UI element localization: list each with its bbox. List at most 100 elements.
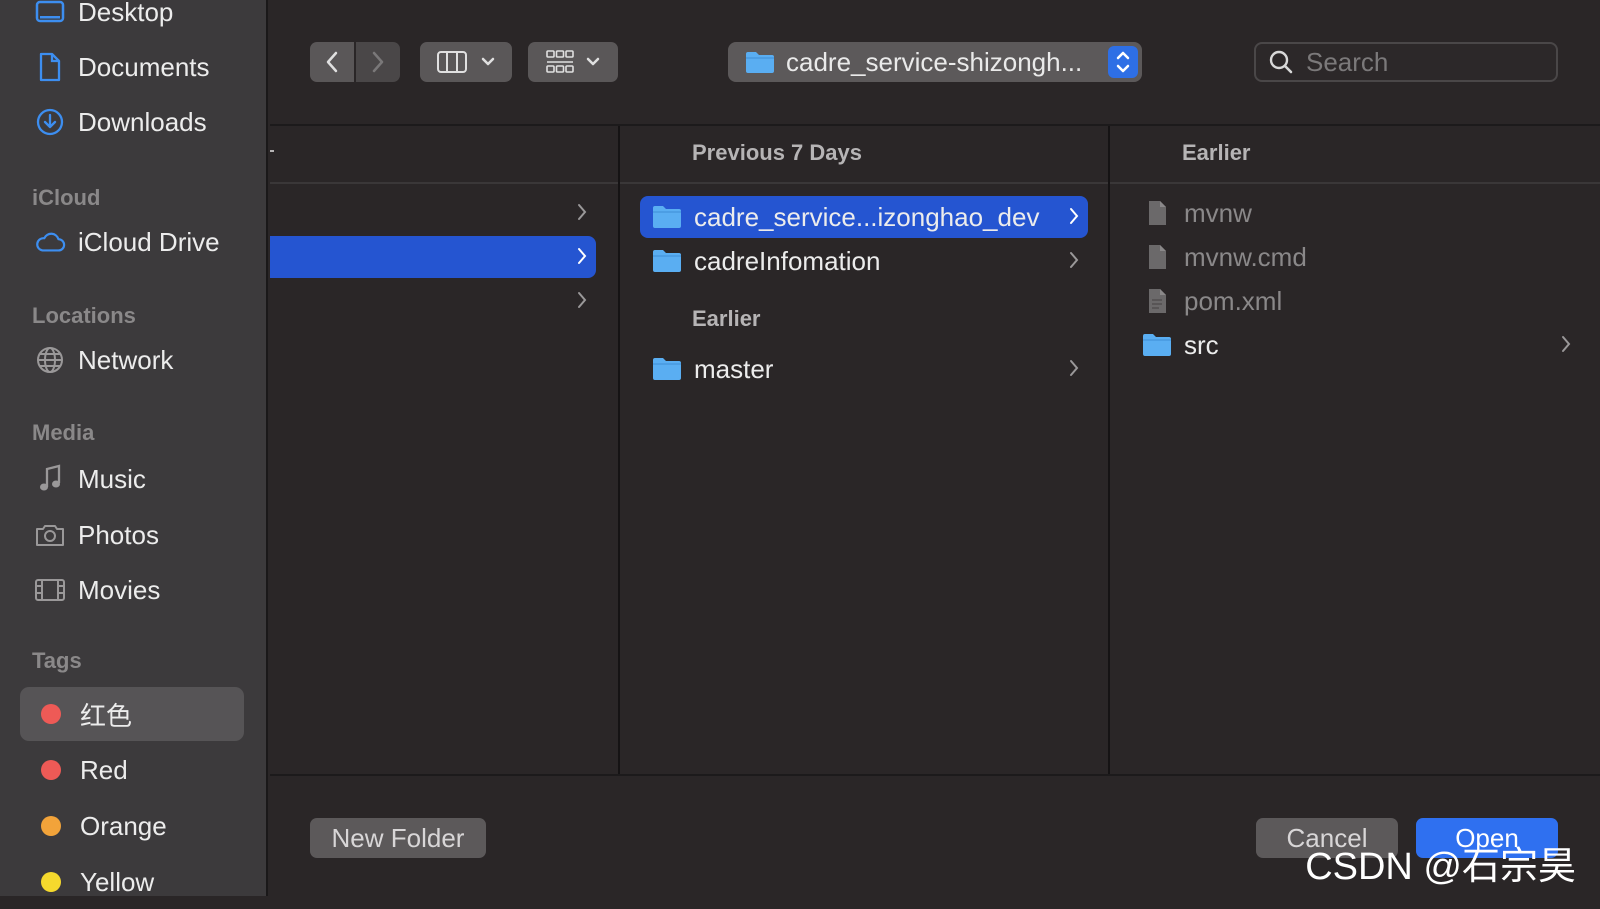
music-note-icon [34, 463, 66, 495]
section-header-icloud: iCloud [32, 185, 101, 210]
tag-color-dot [41, 872, 61, 892]
grid-group-icon [546, 50, 574, 73]
tag-item-orange[interactable]: Orange [20, 799, 244, 853]
path-label: cadre_service-shizongh... [786, 46, 1083, 77]
column-header: Earlier [1110, 126, 1600, 184]
list-item[interactable] [270, 192, 596, 234]
tag-item-hongse[interactable]: 红色 [20, 687, 244, 741]
back-button[interactable] [310, 42, 354, 82]
chevron-right-icon [1070, 208, 1079, 224]
sidebar-item-label: Documents [78, 51, 210, 82]
chevron-down-icon [481, 57, 495, 66]
folder-icon [746, 52, 774, 73]
sidebar-item-label: Desktop [78, 0, 174, 27]
item-label: master [694, 353, 774, 384]
xml-document-icon [1149, 289, 1166, 313]
view-mode-button[interactable] [420, 42, 512, 82]
column-browser: Previous 7 Days cadre_service...izonghao… [270, 124, 1600, 776]
sidebar-item-label: iCloud Drive [78, 226, 220, 257]
section-header-tags: Tags [32, 648, 82, 673]
sidebar: Desktop Documents Downloads iCloud iClou… [0, 0, 268, 897]
tag-label: Red [80, 754, 128, 785]
group-button[interactable] [528, 42, 618, 82]
forward-button[interactable] [356, 42, 400, 82]
chevron-right-icon [578, 248, 587, 264]
globe-icon [34, 344, 66, 376]
cloud-icon [34, 226, 66, 258]
sidebar-item-label: Photos [78, 519, 159, 550]
path-stepper[interactable] [1108, 46, 1138, 78]
column-2: Previous 7 Days cadre_service...izonghao… [620, 126, 1110, 776]
sidebar-item-documents[interactable]: Documents [20, 44, 244, 90]
item-label: mvnw [1184, 197, 1252, 228]
bottom-bar: New Folder Cancel Open CSDN @石宗昊 [270, 774, 1600, 896]
camera-icon [34, 519, 66, 551]
document-icon [1149, 245, 1166, 269]
tag-label: Orange [80, 810, 167, 841]
download-icon [34, 106, 66, 138]
csdn-watermark: CSDN @石宗昊 [1305, 846, 1576, 888]
column-3: Earlier mvnw mvnw.cmd pom.xml src [1110, 126, 1600, 776]
tag-label: Yellow [80, 866, 155, 897]
up-down-chevron-icon [1116, 51, 1130, 73]
chevron-left-icon [326, 51, 338, 73]
truncated-header-mark [270, 150, 274, 152]
chevron-right-icon [578, 204, 587, 220]
chevron-right-icon [372, 51, 384, 73]
desktop-icon [34, 0, 66, 28]
group-header: Earlier [692, 306, 761, 331]
sidebar-item-music[interactable]: Music [20, 456, 244, 502]
section-header-media: Media [32, 420, 95, 445]
sidebar-item-label: Network [78, 344, 174, 375]
column-header: Previous 7 Days [620, 126, 1108, 184]
list-item-selected[interactable]: cadre_service...izonghao_dev [640, 196, 1088, 238]
column-view-icon [437, 51, 467, 73]
sidebar-item-movies[interactable]: Movies [20, 567, 244, 613]
document-icon [34, 51, 66, 83]
chevron-right-icon [578, 292, 587, 308]
item-label: cadreInfomation [694, 245, 881, 276]
item-label: pom.xml [1184, 285, 1283, 316]
tag-color-dot [41, 816, 61, 836]
item-label: cadre_service...izonghao_dev [694, 201, 1040, 232]
item-label: src [1184, 329, 1219, 360]
column-1 [270, 126, 620, 776]
list-item-file: pom.xml [1130, 280, 1580, 322]
search-field[interactable] [1254, 42, 1558, 82]
chevron-right-icon [1562, 336, 1571, 352]
document-icon [1149, 201, 1166, 225]
sidebar-item-label: Movies [78, 574, 161, 605]
tag-color-dot [41, 760, 61, 780]
sidebar-item-downloads[interactable]: Downloads [20, 99, 244, 145]
path-popup[interactable]: cadre_service-shizongh... [728, 42, 1142, 82]
sidebar-item-label: Music [78, 463, 146, 494]
section-header-locations: Locations [32, 303, 136, 328]
tag-item-red[interactable]: Red [20, 743, 244, 797]
film-icon [34, 574, 66, 606]
column-header-title: Previous 7 Days [692, 140, 862, 165]
column-header [270, 126, 618, 184]
sidebar-item-icloud-drive[interactable]: iCloud Drive [20, 219, 244, 265]
chevron-down-icon [586, 57, 600, 66]
list-item[interactable]: cadreInfomation [640, 240, 1088, 282]
column-header-title: Earlier [1182, 140, 1251, 165]
tag-item-yellow[interactable]: Yellow [20, 855, 244, 909]
chevron-right-icon [1070, 360, 1079, 376]
search-input[interactable] [1304, 45, 1548, 79]
folder-icon [653, 206, 681, 228]
list-item[interactable] [270, 280, 596, 322]
list-item-selected[interactable] [270, 236, 596, 278]
sidebar-item-label: Downloads [78, 106, 207, 137]
list-item-file: mvnw.cmd [1130, 236, 1580, 278]
new-folder-button[interactable]: New Folder [310, 818, 486, 858]
list-item[interactable]: src [1130, 324, 1580, 366]
chevron-right-icon [1070, 252, 1079, 268]
folder-icon [653, 250, 681, 272]
toolbar: cadre_service-shizongh... [270, 0, 1600, 124]
sidebar-item-photos[interactable]: Photos [20, 512, 244, 558]
sidebar-item-desktop[interactable]: Desktop [20, 0, 244, 35]
list-item[interactable]: master [640, 348, 1088, 390]
item-label: mvnw.cmd [1184, 241, 1307, 272]
tag-color-dot [41, 704, 61, 724]
sidebar-item-network[interactable]: Network [20, 337, 244, 383]
